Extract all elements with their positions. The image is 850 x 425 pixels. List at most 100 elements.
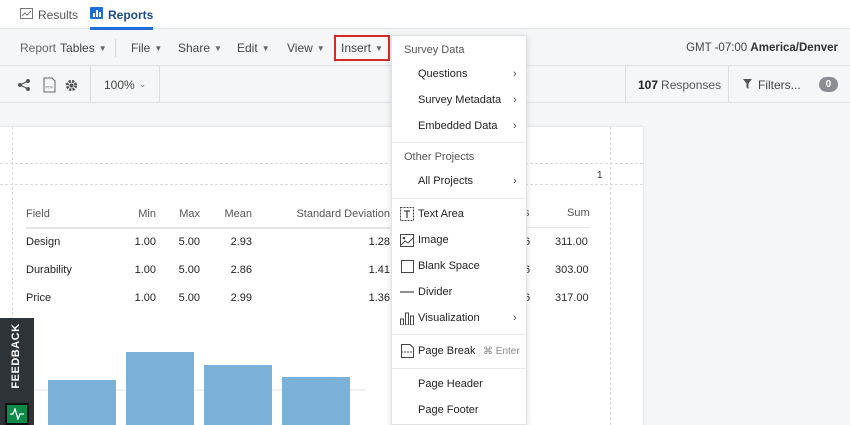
activity-pulse-icon[interactable] — [5, 403, 29, 425]
feedback-label: FEEDBACK — [10, 323, 22, 389]
table-cell: 1.00 — [134, 236, 156, 249]
table-cell: Design — [26, 236, 61, 249]
table-cell: 5.00 — [178, 292, 200, 304]
text-area-icon — [400, 207, 414, 221]
table-cell: 2.86 — [230, 264, 252, 276]
menu-item-embedded-data[interactable]: Embedded Data › — [392, 114, 526, 138]
svg-text:PDF: PDF — [45, 85, 54, 90]
chevron-right-icon: › — [513, 94, 517, 106]
tab-results[interactable]: Results — [20, 0, 78, 29]
toolbar-divider — [90, 66, 91, 103]
chevron-right-icon: › — [513, 120, 517, 132]
insert-dropdown-menu: Survey Data Questions › Survey Metadata … — [391, 35, 527, 425]
menu-item-label: Page Header — [418, 378, 483, 390]
column-header: Field — [26, 200, 96, 229]
feedback-tab[interactable]: FEEDBACK — [0, 318, 34, 425]
menu-item-text-area[interactable]: Text Area — [392, 202, 526, 226]
share-menu-label: Share — [178, 41, 211, 55]
tab-reports-label: Reports — [108, 7, 154, 22]
menu-item-label: Page Break — [418, 345, 476, 357]
page-break-icon — [400, 344, 414, 358]
tab-reports[interactable]: Reports — [90, 0, 154, 30]
table-cell: Price — [26, 292, 52, 304]
responses-count: 107 Responses — [638, 66, 721, 103]
zoom-value: 100% — [104, 77, 135, 92]
table-row: Design 1.00 5.00 2.93 1.28 — [26, 228, 390, 256]
report-prefix: Report — [20, 41, 57, 55]
chevron-down-icon: ▼ — [316, 43, 325, 53]
pdf-icon[interactable]: PDF — [40, 76, 58, 94]
bar-chart: 0 — [26, 352, 366, 425]
column-header: Sum — [567, 207, 590, 219]
chart-bar — [204, 365, 272, 425]
chevron-right-icon: › — [513, 175, 517, 187]
menu-divider — [392, 198, 526, 199]
table-cell: 303.00 — [555, 264, 589, 276]
page-guide-line — [610, 127, 611, 425]
chevron-down-icon: ⌄ — [138, 79, 147, 89]
menu-item-questions[interactable]: Questions › — [392, 62, 526, 86]
edit-menu[interactable]: Edit ▼ — [237, 30, 270, 66]
edit-menu-label: Edit — [237, 41, 258, 55]
menu-item-label: All Projects — [418, 175, 474, 187]
gear-icon[interactable] — [62, 76, 80, 94]
menu-item-blank-space[interactable]: Blank Space — [392, 254, 526, 278]
menu-item-survey-metadata[interactable]: Survey Metadata › — [392, 88, 526, 112]
filter-icon — [743, 78, 752, 92]
report-tabs: Results Reports — [0, 0, 850, 30]
reports-icon — [90, 7, 103, 22]
menu-item-label: Image — [418, 234, 449, 246]
menu-item-page-header[interactable]: Page Header — [392, 372, 526, 396]
menu-item-label: Embedded Data — [418, 120, 498, 132]
menu-divider — [392, 334, 526, 335]
table-cell: 1.28 — [368, 236, 390, 249]
share-icon[interactable] — [15, 76, 33, 94]
table-cell: 5.00 — [178, 236, 200, 249]
chevron-down-icon: ▼ — [154, 43, 163, 53]
menu-item-label: Blank Space — [418, 260, 480, 272]
report-name-menu[interactable]: Report Tables ▼ — [20, 30, 107, 66]
menu-item-label: Questions — [418, 68, 468, 80]
timezone-region: America/Denver — [750, 42, 838, 54]
chevron-down-icon: ▼ — [375, 43, 383, 53]
statistics-table: Field Min Max Mean Standard Deviation De… — [26, 200, 390, 312]
menu-divider — [392, 368, 526, 369]
file-menu[interactable]: File ▼ — [131, 30, 162, 66]
divider-icon — [400, 285, 414, 299]
menu-item-label: Survey Metadata — [418, 94, 502, 106]
table-cell: 1.36 — [368, 292, 390, 304]
menu-item-label: Page Footer — [418, 404, 479, 416]
column-header: Max — [156, 200, 200, 229]
page-guide-line — [0, 163, 643, 164]
chevron-down-icon: ▼ — [214, 43, 222, 53]
results-icon — [20, 7, 33, 22]
timezone-offset: GMT -07:00 — [686, 42, 748, 54]
view-menu-label: View — [287, 41, 313, 55]
chevron-right-icon: › — [513, 68, 517, 80]
menu-item-page-footer[interactable]: Page Footer — [392, 398, 526, 422]
blank-space-icon — [400, 259, 414, 273]
responses-label: Responses — [661, 77, 722, 92]
column-header: Mean — [200, 200, 252, 229]
insert-menu[interactable]: Insert ▼ — [334, 35, 390, 61]
table-cell: 2.99 — [230, 292, 252, 304]
menu-item-label: Divider — [418, 286, 453, 298]
view-menu[interactable]: View ▼ — [287, 30, 325, 66]
zoom-select[interactable]: 100% ⌄ — [104, 66, 146, 103]
share-menu[interactable]: Share ▼ — [178, 30, 222, 66]
menu-item-visualization[interactable]: Visualization › — [392, 306, 526, 330]
menu-item-page-break[interactable]: Page Break ⌘ Enter — [392, 339, 526, 363]
chart-bar — [126, 352, 194, 425]
table-cell: 317.00 — [555, 292, 589, 304]
table-cell: 1.00 — [134, 264, 156, 276]
table-cell: Durability — [26, 264, 72, 276]
menu-item-divider[interactable]: Divider — [392, 280, 526, 304]
table-cell: 1.00 — [134, 292, 156, 304]
chevron-down-icon: ▼ — [261, 43, 270, 53]
menu-divider — [115, 39, 116, 57]
menu-item-image[interactable]: Image — [392, 228, 526, 252]
filters-button[interactable]: Filters... 0 — [743, 66, 839, 103]
menu-item-all-projects[interactable]: All Projects › — [392, 169, 526, 193]
table-cell: 311.00 — [555, 236, 588, 248]
page-number: 1 — [597, 170, 603, 181]
